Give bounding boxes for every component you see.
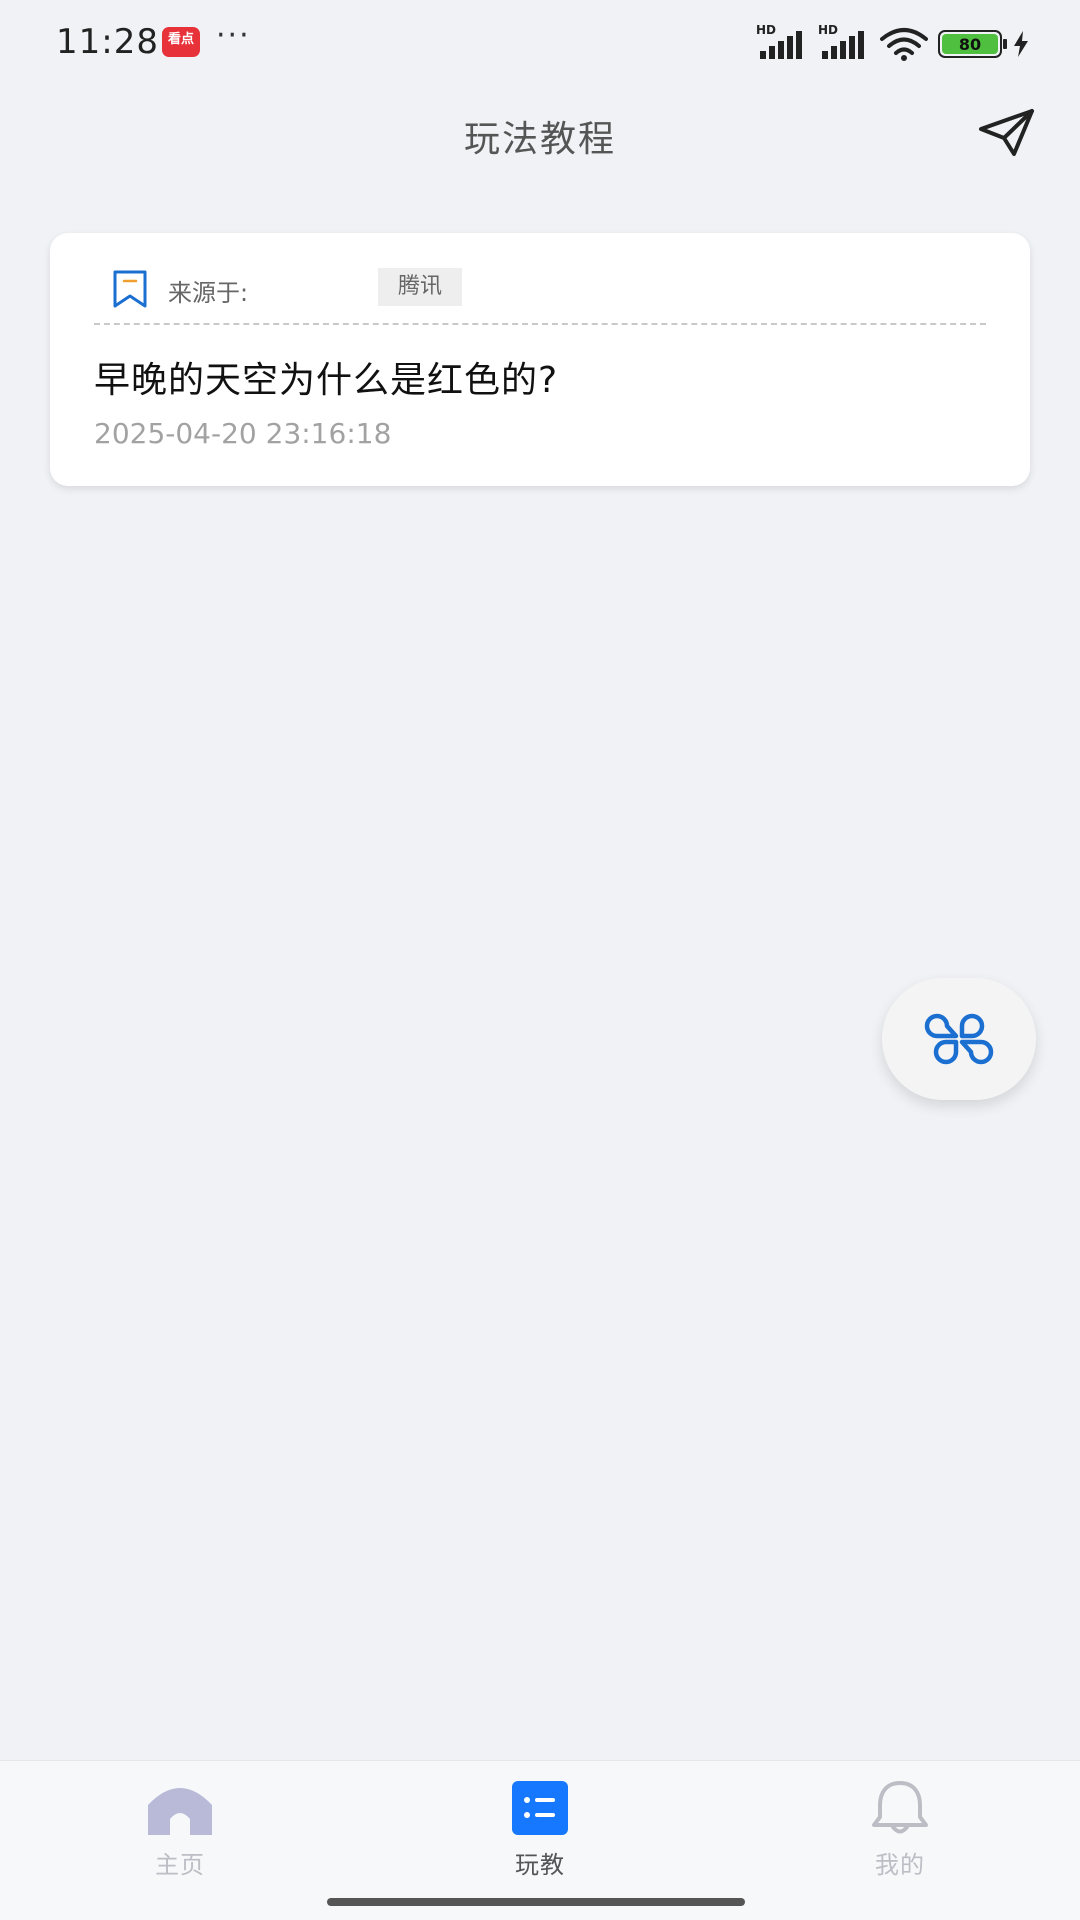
bottom-nav: 主页 玩教 我的	[0, 1760, 1080, 1920]
bell-icon	[872, 1781, 928, 1834]
article-timestamp: 2025-04-20 23:16:18	[94, 417, 392, 450]
signal-icon-2: HD	[818, 23, 870, 61]
floating-menu-button[interactable]	[882, 978, 1036, 1100]
home-indicator[interactable]	[327, 1898, 745, 1906]
bookmark-icon	[113, 270, 147, 308]
more-notifications-icon: ···	[216, 18, 251, 53]
battery-level: 80	[942, 34, 998, 54]
header: 玩法教程	[0, 84, 1080, 184]
nav-label-mine: 我的	[875, 1851, 925, 1879]
signal-icon: HD	[756, 23, 808, 61]
page-title: 玩法教程	[463, 119, 616, 160]
nav-item-mine[interactable]: 我的	[800, 1761, 1000, 1891]
app-badge-label: 看点	[167, 32, 194, 47]
list-icon	[512, 1781, 568, 1835]
battery-icon: 80	[938, 30, 1007, 58]
app-notification-icon: 看点	[162, 27, 200, 57]
home-icon	[148, 1788, 212, 1835]
nav-label-guide: 玩教	[515, 1851, 565, 1879]
nav-item-home[interactable]: 主页	[80, 1761, 280, 1891]
article-title: 早晚的天空为什么是红色的?	[94, 360, 559, 401]
nav-label-home: 主页	[155, 1851, 205, 1879]
send-button[interactable]	[978, 108, 1036, 158]
send-icon	[979, 109, 1034, 156]
source-label: 来源于:	[168, 279, 249, 307]
status-icons: HD HD 80	[756, 23, 1030, 64]
source-tag: 腾讯	[378, 268, 463, 306]
app-screen: 11:28 看点 ··· HD HD 80 玩法教程 来源于: 腾讯 早晚的天空…	[0, 0, 1080, 1920]
clover-menu-icon	[924, 1013, 994, 1065]
charging-icon	[1014, 31, 1028, 57]
article-card[interactable]: 来源于: 腾讯 早晚的天空为什么是红色的? 2025-04-20 23:16:1…	[50, 233, 1030, 486]
wifi-icon	[880, 28, 928, 61]
status-time: 11:28	[56, 22, 159, 62]
card-divider	[94, 323, 986, 325]
nav-item-guide[interactable]: 玩教	[440, 1761, 640, 1891]
status-bar: 11:28 看点 ··· HD HD 80	[0, 0, 1080, 84]
